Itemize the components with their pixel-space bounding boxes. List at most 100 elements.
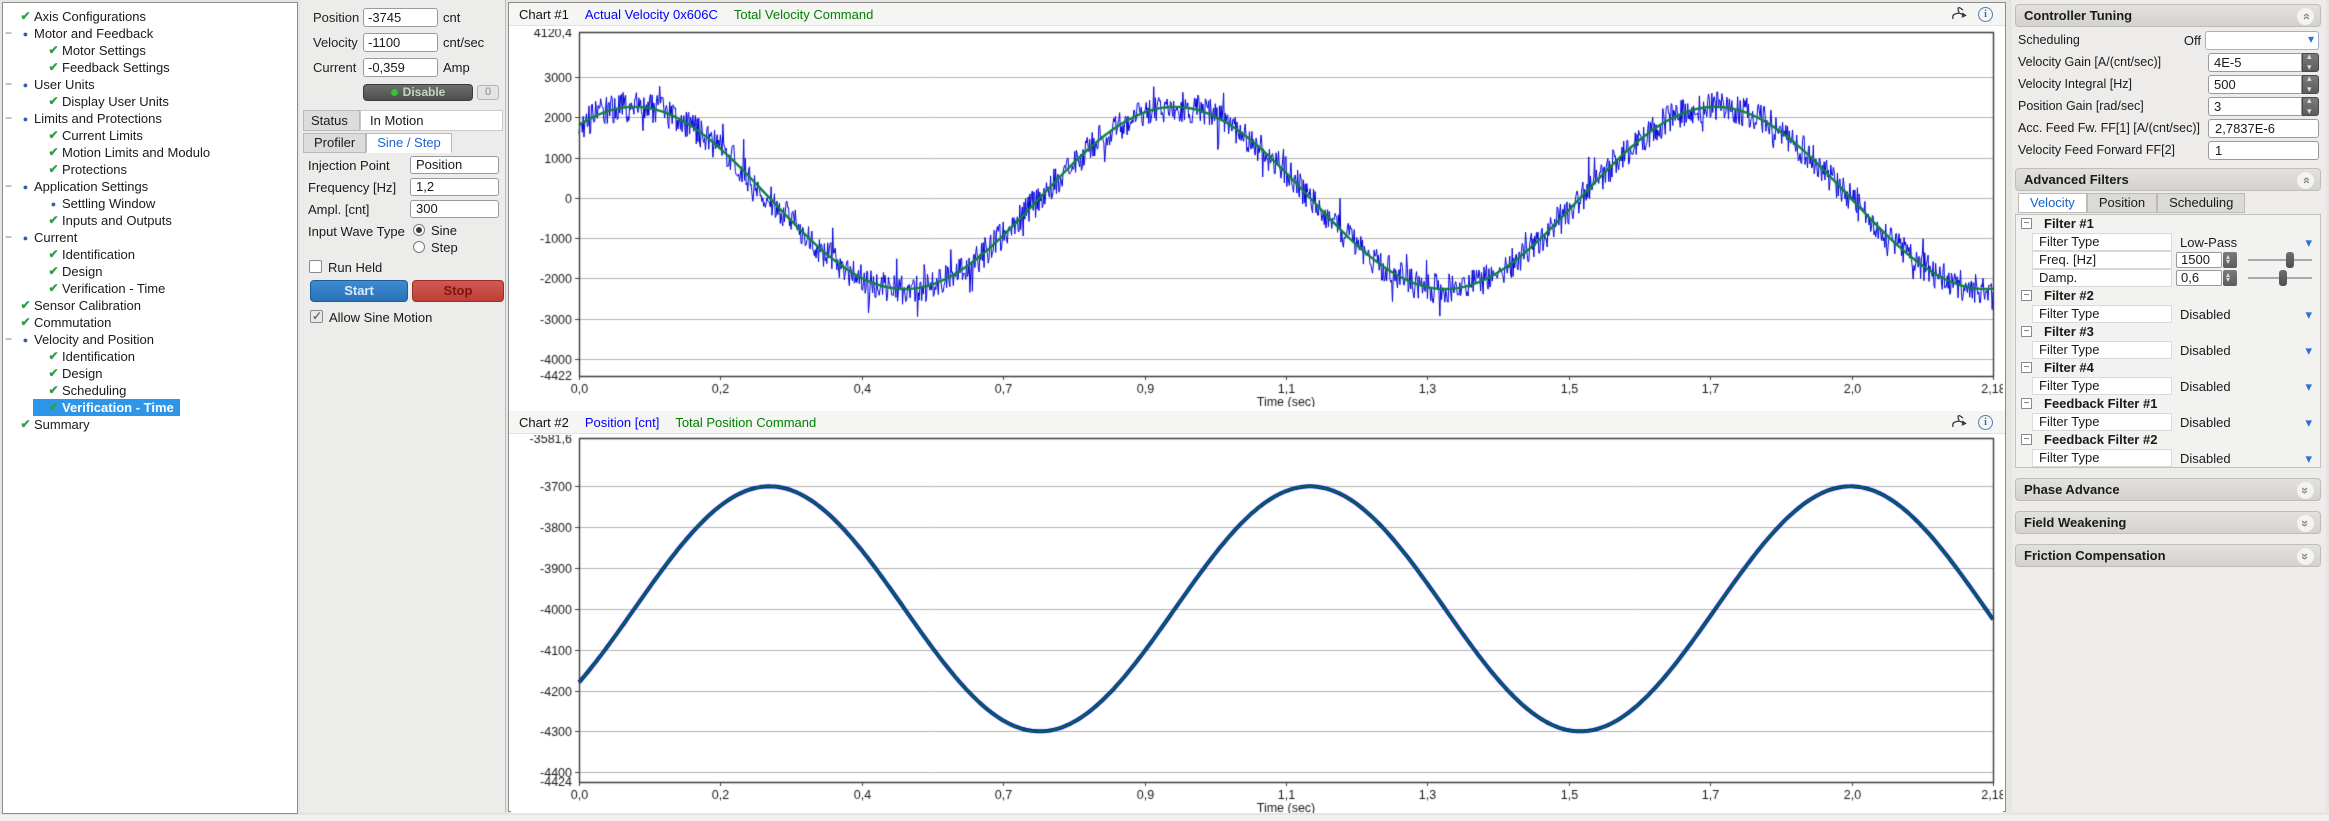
disable-button[interactable]: Disable	[363, 84, 473, 101]
collapse-icon[interactable]	[2021, 218, 2032, 229]
sidebar-item[interactable]: Feedback Settings	[3, 59, 297, 76]
sidebar-item[interactable]: Motor Settings	[3, 42, 297, 59]
sidebar-item[interactable]: Axis Configurations	[3, 8, 297, 25]
allow-sine-motion-checkbox[interactable]	[310, 310, 323, 323]
collapse-icon[interactable]	[2021, 398, 2032, 409]
sidebar-item[interactable]: − Motor and Feedback	[3, 25, 297, 42]
expand-section-icon[interactable]	[2297, 482, 2314, 499]
chart2-legend-position-command[interactable]: Total Position Command	[675, 415, 816, 430]
tree-expander[interactable]: −	[5, 229, 18, 246]
chart1-legend-actual-velocity[interactable]: Actual Velocity 0x606C	[585, 7, 718, 22]
sidebar-item[interactable]: Design	[3, 263, 297, 280]
filter-type-select[interactable]: Disabled	[2180, 378, 2231, 396]
acc-feedforward-input[interactable]: 2,7837E-6	[2208, 119, 2319, 138]
tree-expander[interactable]: −	[5, 110, 18, 127]
tab-sine-step[interactable]: Sine / Step	[366, 133, 452, 153]
sidebar-item[interactable]: Summary	[3, 416, 297, 433]
chart1-plot[interactable]	[511, 29, 2003, 407]
sidebar-item[interactable]: Verification - Time	[3, 280, 297, 297]
collapse-icon[interactable]	[2021, 362, 2032, 373]
filter-type-select[interactable]: Disabled	[2180, 306, 2231, 324]
sidebar-item[interactable]: Identification	[3, 348, 297, 365]
sidebar-item[interactable]: Motion Limits and Modulo	[3, 144, 297, 161]
collapse-icon[interactable]	[2021, 326, 2032, 337]
velocity-integral-input[interactable]: 500	[2208, 75, 2302, 94]
spinner-icon[interactable]	[2223, 270, 2237, 286]
info-icon[interactable]	[1978, 415, 1993, 430]
tree-status-icon	[18, 331, 33, 349]
velocity-feedforward-input[interactable]: 1	[2208, 141, 2319, 160]
tab-velocity[interactable]: Velocity	[2018, 193, 2087, 213]
filter-type-select[interactable]: Disabled	[2180, 450, 2231, 468]
current-value[interactable]: -0,359	[363, 58, 438, 77]
run-held-checkbox[interactable]	[309, 260, 322, 273]
scheduling-select[interactable]	[2205, 31, 2319, 50]
sidebar-item-label: Limits and Protections	[33, 110, 162, 127]
sidebar-item[interactable]: Current Limits	[3, 127, 297, 144]
start-button[interactable]: Start	[310, 280, 408, 302]
step-radio[interactable]	[413, 241, 425, 253]
sine-radio[interactable]	[413, 224, 425, 236]
spinner-icon[interactable]	[2302, 97, 2319, 116]
frequency-input[interactable]: 1,2	[410, 178, 499, 196]
tab-scheduling[interactable]: Scheduling	[2157, 193, 2245, 213]
velocity-gain-input[interactable]: 4E-5	[2208, 53, 2302, 72]
collapse-icon[interactable]	[2021, 290, 2032, 301]
sidebar-item[interactable]: Sensor Calibration	[3, 297, 297, 314]
sidebar-item[interactable]: Inputs and Outputs	[3, 212, 297, 229]
sidebar-item[interactable]: Design	[3, 365, 297, 382]
injection-point-select[interactable]: Position	[410, 156, 499, 174]
collapse-section-icon[interactable]	[2297, 172, 2314, 189]
field-weakening-section[interactable]: Field Weakening	[2015, 511, 2321, 534]
sidebar-item[interactable]: − User Units	[3, 76, 297, 93]
chart1-legend-velocity-command[interactable]: Total Velocity Command	[734, 7, 873, 22]
spinner-icon[interactable]	[2302, 53, 2319, 72]
sidebar-item[interactable]: Commutation	[3, 314, 297, 331]
sidebar-item-label: User Units	[33, 76, 95, 93]
slider-handle[interactable]	[2279, 270, 2287, 286]
collapse-icon[interactable]	[2021, 434, 2032, 445]
tab-profiler[interactable]: Profiler	[303, 133, 366, 153]
filter1-freq-input[interactable]: 1500	[2176, 252, 2222, 268]
sidebar-item[interactable]: Protections	[3, 161, 297, 178]
chart2-legend-position[interactable]: Position [cnt]	[585, 415, 659, 430]
chart2-plot[interactable]	[511, 435, 2003, 813]
filter1-freq-slider[interactable]	[2248, 259, 2312, 261]
sidebar-item[interactable]: − Limits and Protections	[3, 110, 297, 127]
sidebar-item[interactable]: Scheduling	[3, 382, 297, 399]
slider-handle[interactable]	[2286, 252, 2294, 268]
phase-advance-section[interactable]: Phase Advance	[2015, 478, 2321, 501]
info-icon[interactable]	[1978, 7, 1993, 22]
sidebar-item[interactable]: Verification - Time	[3, 399, 297, 416]
amplitude-input[interactable]: 300	[410, 200, 499, 218]
expand-section-icon[interactable]	[2297, 515, 2314, 532]
filter1-damp-slider[interactable]	[2248, 277, 2312, 279]
velocity-value[interactable]: -1100	[363, 33, 438, 52]
tree-expander[interactable]: −	[5, 76, 18, 93]
collapse-section-icon[interactable]	[2297, 8, 2314, 25]
sidebar-item[interactable]: − Current	[3, 229, 297, 246]
sidebar-item[interactable]: − Velocity and Position	[3, 331, 297, 348]
filter-type-select[interactable]: Disabled	[2180, 342, 2231, 360]
sidebar-item[interactable]: Identification	[3, 246, 297, 263]
signal-probe-icon[interactable]	[1951, 414, 1968, 430]
signal-probe-icon[interactable]	[1951, 6, 1968, 22]
stop-button[interactable]: Stop	[412, 280, 504, 302]
zero-button[interactable]: 0	[477, 85, 499, 100]
tree-expander[interactable]: −	[5, 178, 18, 195]
sidebar-item[interactable]: − Application Settings	[3, 178, 297, 195]
tree-expander[interactable]: −	[5, 25, 18, 42]
tree-expander[interactable]: −	[5, 331, 18, 348]
tab-position[interactable]: Position	[2087, 193, 2157, 213]
sidebar-item-label: Design	[61, 263, 102, 280]
sidebar-item[interactable]: Display User Units	[3, 93, 297, 110]
spinner-icon[interactable]	[2302, 75, 2319, 94]
position-value[interactable]: -3745	[363, 8, 438, 27]
sidebar-item[interactable]: Settling Window	[3, 195, 297, 212]
sidebar-item-label: Current Limits	[61, 127, 143, 144]
filter-type-select[interactable]: Disabled	[2180, 414, 2231, 432]
friction-compensation-section[interactable]: Friction Compensation	[2015, 544, 2321, 567]
filter1-damp-input[interactable]: 0,6	[2176, 270, 2222, 286]
position-gain-input[interactable]: 3	[2208, 97, 2302, 116]
expand-section-icon[interactable]	[2297, 548, 2314, 565]
